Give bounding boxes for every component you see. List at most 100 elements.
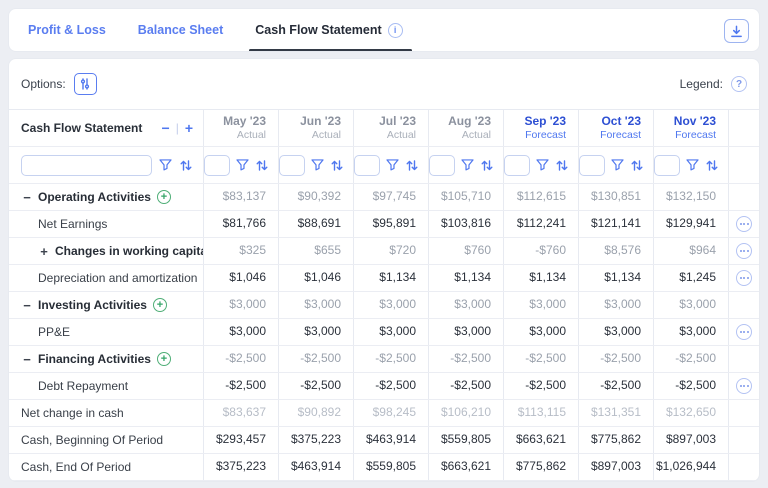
- value-cell: $3,000: [353, 292, 428, 318]
- value-cell: $897,003: [653, 427, 728, 453]
- value-cell: -$2,500: [278, 373, 353, 399]
- expand-row-icon[interactable]: +: [38, 244, 50, 259]
- more-options-icon[interactable]: [736, 378, 752, 394]
- value-cell: $106,210: [428, 400, 503, 426]
- table-row: Depreciation and amortization$1,046$1,04…: [9, 265, 759, 292]
- value-cell: $83,137: [203, 184, 278, 210]
- column-filter-cell: [428, 147, 503, 183]
- more-options-icon[interactable]: [736, 216, 752, 232]
- funnel-icon[interactable]: [461, 159, 474, 171]
- column-month-label: Aug '23: [448, 114, 491, 129]
- row-filter-input[interactable]: [21, 155, 152, 176]
- value-cell: $463,914: [353, 427, 428, 453]
- table-filter-row: [9, 147, 759, 184]
- sort-icon[interactable]: [630, 159, 644, 172]
- column-header-oct-23: Oct '23Forecast: [578, 110, 653, 146]
- value-cell: $112,615: [503, 184, 578, 210]
- tab-label: Profit & Loss: [28, 23, 106, 37]
- value-cell: $325: [203, 238, 278, 264]
- row-label-cell: Net Earnings: [9, 211, 203, 237]
- sort-icon[interactable]: [480, 159, 494, 172]
- value-cell: $3,000: [428, 319, 503, 345]
- column-month-label: Nov '23: [674, 114, 716, 129]
- table-row: PP&E$3,000$3,000$3,000$3,000$3,000$3,000…: [9, 319, 759, 346]
- sort-icon[interactable]: [705, 159, 719, 172]
- help-icon[interactable]: ?: [731, 76, 747, 92]
- sort-icon[interactable]: [255, 159, 269, 172]
- column-type-label: Actual: [387, 129, 416, 142]
- value-cell: $3,000: [278, 292, 353, 318]
- collapse-all-button[interactable]: −: [162, 121, 170, 135]
- value-cell: $131,351: [578, 400, 653, 426]
- value-cell: $121,141: [578, 211, 653, 237]
- row-actions-cell: [728, 346, 759, 372]
- options-filter-button[interactable]: [74, 73, 97, 95]
- row-label-cell: Cash, End Of Period: [9, 454, 203, 480]
- info-icon[interactable]: i: [388, 23, 403, 38]
- sliders-icon: [79, 78, 91, 90]
- add-line-icon[interactable]: +: [157, 190, 171, 204]
- column-filter-input[interactable]: [579, 155, 605, 176]
- column-filter-input[interactable]: [429, 155, 455, 176]
- download-button[interactable]: [724, 19, 749, 43]
- tab-profit-loss[interactable]: Profit & Loss: [28, 23, 106, 37]
- table-row: −Operating Activities+$83,137$90,392$97,…: [9, 184, 759, 211]
- row-label: Financing Activities: [38, 352, 151, 366]
- row-label: Changes in working capital: [55, 244, 203, 258]
- row-label: PP&E: [38, 325, 70, 339]
- table-row: Cash, End Of Period$375,223$463,914$559,…: [9, 454, 759, 481]
- row-filter-cell: [9, 147, 203, 183]
- table-row: Debt Repayment-$2,500-$2,500-$2,500-$2,5…: [9, 373, 759, 400]
- table-row: −Financing Activities+-$2,500-$2,500-$2,…: [9, 346, 759, 373]
- value-cell: -$2,500: [353, 346, 428, 372]
- value-cell: $90,392: [278, 184, 353, 210]
- sort-icon[interactable]: [179, 159, 193, 172]
- add-line-icon[interactable]: +: [153, 298, 167, 312]
- funnel-icon[interactable]: [611, 159, 624, 171]
- value-cell: $3,000: [353, 319, 428, 345]
- collapse-row-icon[interactable]: −: [21, 190, 33, 205]
- row-actions-cell: [728, 184, 759, 210]
- column-filter-input[interactable]: [504, 155, 530, 176]
- column-header-jun-23: Jun '23Actual: [278, 110, 353, 146]
- row-label: Net change in cash: [21, 406, 124, 420]
- funnel-icon[interactable]: [386, 159, 399, 171]
- table-row: Net Earnings$81,766$88,691$95,891$103,81…: [9, 211, 759, 238]
- collapse-row-icon[interactable]: −: [21, 298, 33, 313]
- value-cell: $129,941: [653, 211, 728, 237]
- collapse-row-icon[interactable]: −: [21, 352, 33, 367]
- funnel-icon[interactable]: [159, 159, 172, 171]
- column-filter-input[interactable]: [279, 155, 305, 176]
- sort-icon[interactable]: [555, 159, 569, 172]
- value-cell: $105,710: [428, 184, 503, 210]
- funnel-icon[interactable]: [686, 159, 699, 171]
- sort-icon[interactable]: [330, 159, 344, 172]
- table-row: −Investing Activities+$3,000$3,000$3,000…: [9, 292, 759, 319]
- add-line-icon[interactable]: +: [157, 352, 171, 366]
- column-filter-input[interactable]: [654, 155, 680, 176]
- row-label-cell: PP&E: [9, 319, 203, 345]
- row-label-cell: Debt Repayment: [9, 373, 203, 399]
- more-options-icon[interactable]: [736, 270, 752, 286]
- column-filter-input[interactable]: [204, 155, 230, 176]
- row-actions-cell: [728, 292, 759, 318]
- value-cell: -$2,500: [653, 373, 728, 399]
- more-options-icon[interactable]: [736, 324, 752, 340]
- sort-icon[interactable]: [405, 159, 419, 172]
- expand-all-button[interactable]: +: [185, 121, 193, 135]
- column-filter-cell: [578, 147, 653, 183]
- funnel-icon[interactable]: [536, 159, 549, 171]
- value-cell: $775,862: [503, 454, 578, 480]
- controls-divider: |: [176, 121, 179, 135]
- column-filter-input[interactable]: [354, 155, 380, 176]
- funnel-icon[interactable]: [311, 159, 324, 171]
- value-cell: $3,000: [278, 319, 353, 345]
- more-options-icon[interactable]: [736, 243, 752, 259]
- table-title-cell: Cash Flow Statement − | +: [9, 110, 203, 146]
- tab-balance-sheet[interactable]: Balance Sheet: [138, 23, 223, 37]
- tab-cash-flow-statement[interactable]: Cash Flow Statementi: [255, 23, 402, 38]
- funnel-icon[interactable]: [236, 159, 249, 171]
- column-type-label: Actual: [462, 129, 491, 142]
- value-cell: $81,766: [203, 211, 278, 237]
- value-cell: -$760: [503, 238, 578, 264]
